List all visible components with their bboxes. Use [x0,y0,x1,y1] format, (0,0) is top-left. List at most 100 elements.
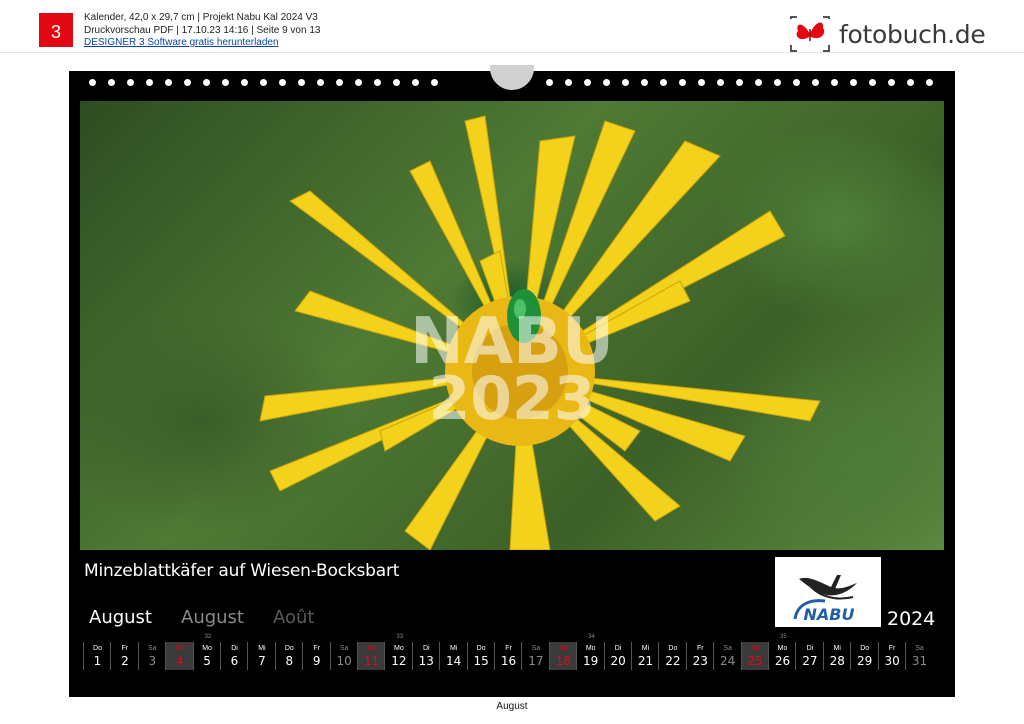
week-number: 33 [396,634,404,640]
day-number: 5 [203,654,211,668]
calendar-day: Fr 9 [302,642,330,670]
binding-hole [641,79,648,86]
binding-hole [89,79,96,86]
binding-hole [279,79,286,86]
day-number: 25 [747,654,763,668]
weekday-abbr: Mi [449,645,458,652]
binding-hole [317,79,324,86]
weekday-abbr: Fr [696,645,704,652]
day-number: 11 [363,654,380,668]
day-number: 10 [336,654,352,668]
calendar-day: Sa 17 [521,642,549,670]
binding-hole [774,79,781,86]
binding-hole [888,79,895,86]
calendar-day: Do 22 [658,642,686,670]
binding-hole [755,79,762,86]
day-number: 19 [583,654,599,668]
calendar-day: Mo 19 [576,642,604,670]
page-footer-label: August [496,701,528,712]
calendar-day: Do 15 [466,642,495,670]
day-number: 29 [857,654,873,668]
weekday-abbr: Di [231,645,238,652]
document-preview-line: Druckvorschau PDF | 17.10.23 14:16 | Sei… [84,24,321,36]
binding-hole [603,79,610,86]
day-number: 26 [774,654,791,668]
day-number: 1 [93,654,102,668]
binding-hole [184,79,191,86]
weekday-abbr: Fr [505,645,512,652]
weekday-abbr: Di [614,645,622,652]
day-number: 21 [637,654,654,668]
calendar-day: Mi 28 [822,642,851,670]
calendar-day: Di 20 [603,642,632,670]
calendar-year: 2024 [887,608,936,630]
weekday-abbr: Mo [202,645,212,652]
binding-hole [660,79,667,86]
brand-logo[interactable]: fotobuch.de [789,14,986,54]
binding-hole [412,79,419,86]
day-number: 18 [555,654,571,668]
photo-caption: Minzeblattkäfer auf Wiesen-Bocksbart [84,561,400,581]
weekday-abbr: Mi [833,645,841,652]
day-number: 2 [121,654,129,668]
month-name-english: August [181,607,244,628]
month-name-french: Août [273,607,315,628]
weekday-abbr: Sa [148,645,157,652]
binding-hole [622,79,629,86]
binding-hole [831,79,838,86]
month-name-german: August [89,607,152,628]
calendar-photo: NABU 2023 [80,101,944,550]
binding-hole [355,79,362,86]
weekday-abbr: Sa [531,645,541,652]
binding-hole [336,79,343,86]
binding-hole [926,79,933,86]
calendar-day: Fr 23 [685,642,714,670]
binding-hole [679,79,686,86]
day-number: 8 [285,654,294,668]
binding-hole [127,79,134,86]
brand-name: fotobuch.de [839,19,986,49]
day-number: 20 [610,654,626,668]
binding-hole [736,79,743,86]
weekday-abbr: Mo [777,645,788,652]
weekday-abbr: Fr [313,645,320,652]
weekday-abbr: Di [422,645,430,652]
day-number: 7 [258,654,266,668]
nabu-logo: NABU [775,557,881,627]
calendar-day: Sa 10 [329,642,358,670]
day-number: 22 [665,654,681,668]
binding-hole [203,79,210,86]
page-number-badge: 3 [39,13,73,47]
binding-hole [222,79,229,86]
calendar-day: So 25 [740,642,769,670]
calendar-day: Do 8 [274,642,303,670]
day-number: 17 [528,654,544,668]
day-number: 15 [473,654,489,668]
weekday-abbr: Do [860,645,870,652]
calendar-day: Mi 14 [439,642,467,670]
weekday-abbr: Fr [888,645,896,652]
calendar-day: Fr 2 [110,642,138,670]
designer-download-link[interactable]: DESIGNER 3 Software gratis herunterladen [84,37,279,48]
weekday-abbr: Di [806,645,814,652]
binding-hole [241,79,248,86]
weekday-abbr: Do [668,645,678,652]
calendar-day: So 4 [165,642,194,670]
weekday-abbr: Do [93,645,102,652]
binding-hole [374,79,381,86]
calendar-day: Sa 3 [137,642,166,670]
binding-hole [584,79,591,86]
calendar-day: Do 1 [83,642,111,670]
binding-hole [793,79,800,86]
binding-hole [546,79,553,86]
binding-hole [698,79,705,86]
calendar-day: Mi 21 [631,642,659,670]
weekday-abbr: So [175,645,184,652]
day-number: 28 [829,654,845,668]
day-number: 3 [148,654,157,668]
calendar-day: Do 29 [850,642,878,670]
binding-hole [907,79,914,86]
binding-hole [146,79,153,86]
day-number: 13 [418,654,434,668]
binding-hole [260,79,267,86]
